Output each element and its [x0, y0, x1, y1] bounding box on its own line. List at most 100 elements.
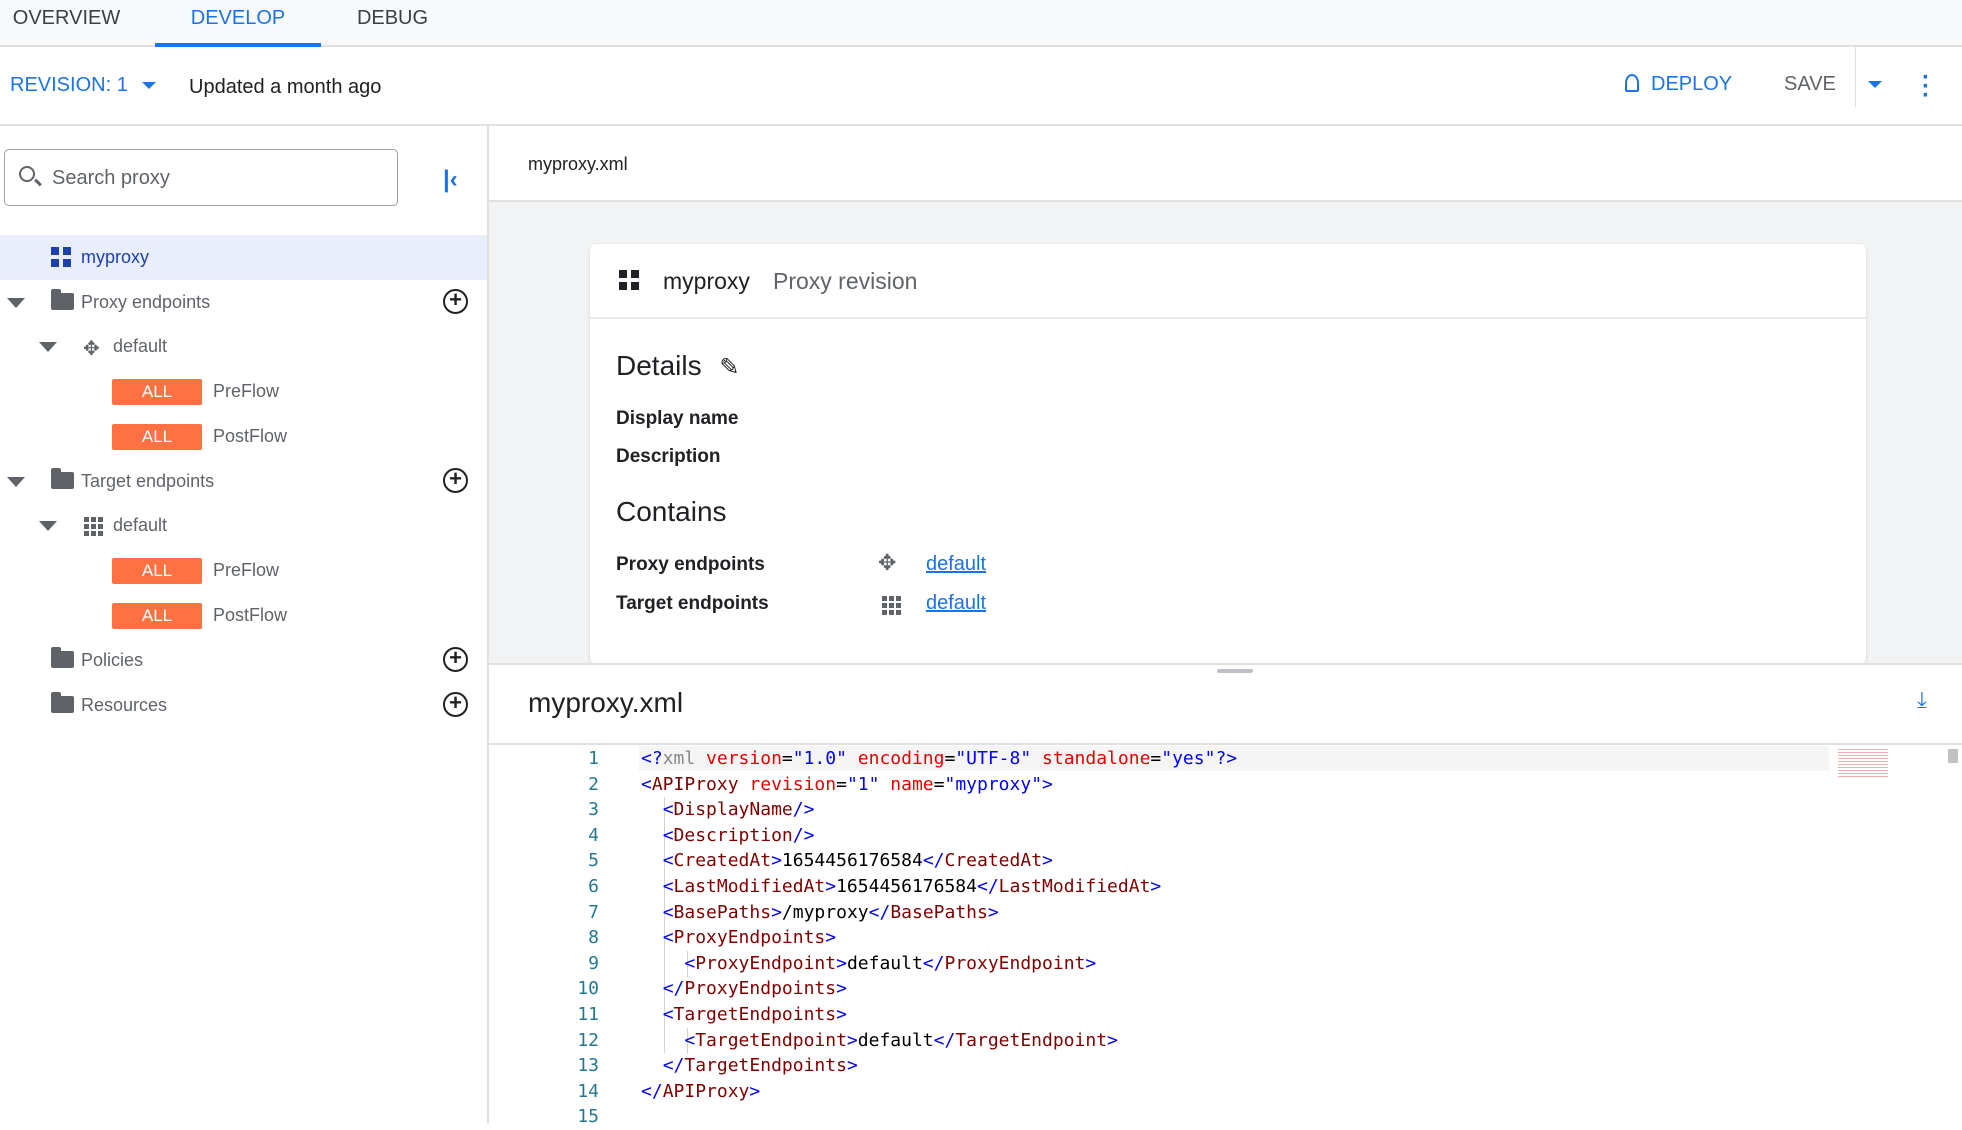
code-token: Description — [673, 824, 793, 846]
target-endpoint-link[interactable]: default — [926, 592, 986, 615]
proxy-summary-card: myproxy Proxy revision Details ✎ Display… — [590, 244, 1866, 664]
save-options-caret-icon[interactable] — [1868, 81, 1882, 88]
tree-label: PostFlow — [213, 605, 288, 625]
deploy-button[interactable]: DEPLOY — [1625, 73, 1732, 96]
proxy-grid-icon — [619, 270, 639, 290]
line-number: 4 — [588, 824, 599, 846]
folder-icon — [51, 468, 74, 489]
code-token: </ — [933, 1029, 956, 1051]
tree-item-policies[interactable]: Policies + — [0, 638, 487, 683]
search-input[interactable]: Search proxy — [4, 149, 398, 206]
code-line: <DisplayName/> — [641, 797, 815, 823]
code-token: TargetEndpoints — [684, 1055, 847, 1077]
file-tab-bar: myproxy.xml — [489, 126, 1962, 202]
tree-item-proxy-postflow[interactable]: ALL PostFlow — [0, 414, 487, 459]
resize-handle[interactable] — [1217, 669, 1253, 673]
add-target-endpoint-icon[interactable]: + — [443, 468, 468, 493]
line-number: 8 — [588, 927, 599, 949]
tree-item-target-postflow[interactable]: ALL PostFlow — [0, 593, 487, 638]
code-area[interactable]: 1 <?xml version="1.0" encoding="UTF-8" st… — [489, 743, 1962, 1127]
line-number: 13 — [577, 1055, 599, 1077]
code-token: = — [944, 748, 956, 769]
code-token: DisplayName — [673, 799, 793, 821]
file-tab[interactable]: myproxy.xml — [528, 154, 628, 175]
expand-arrow-icon[interactable] — [39, 342, 57, 352]
proxy-endpoint-link[interactable]: default — [926, 553, 986, 576]
code-line: <Description/> — [641, 823, 815, 849]
code-token: > — [1150, 876, 1162, 897]
code-token: "yes" — [1161, 748, 1216, 769]
card-header: myproxy Proxy revision — [590, 244, 1866, 319]
tree-item-proxy-default[interactable]: ✥ default — [0, 324, 487, 369]
editor-title: myproxy.xml — [528, 687, 684, 718]
tab-develop[interactable]: DEVELOP — [155, 0, 321, 47]
caret-down-icon — [141, 82, 156, 90]
code-token: ProxyEndpoint — [944, 952, 1086, 974]
code-token: < — [662, 799, 674, 821]
collapse-editor-icon[interactable]: ⤓ — [1917, 687, 1927, 713]
tab-overview[interactable]: OVERVIEW — [0, 0, 133, 47]
tree-item-proxy-preflow[interactable]: ALL PreFlow — [0, 369, 487, 414]
save-button[interactable]: SAVE — [1784, 73, 1836, 96]
code-token: TargetEndpoint — [695, 1029, 847, 1051]
code-token: LastModifiedAt — [998, 876, 1151, 897]
code-token: < — [662, 927, 674, 949]
code-token: > — [749, 1080, 761, 1102]
code-line: </APIProxy> — [641, 1079, 760, 1105]
expand-arrow-icon[interactable] — [39, 521, 57, 531]
tree-item-target-endpoints[interactable]: Target endpoints + — [0, 459, 487, 504]
code-line: <TargetEndpoint>default</TargetEndpoint> — [641, 1028, 1118, 1054]
code-token: ProxyEndpoint — [695, 952, 837, 974]
edit-pencil-icon[interactable]: ✎ — [719, 354, 739, 381]
expand-arrow-icon[interactable] — [7, 477, 25, 487]
person-pin-icon — [1625, 74, 1639, 92]
tree-item-proxy-endpoints[interactable]: Proxy endpoints + — [0, 280, 487, 325]
revision-dropdown[interactable]: REVISION: 1 — [10, 74, 156, 97]
collapse-sidebar-icon[interactable]: |‹ — [443, 166, 458, 194]
tree-label: Proxy endpoints — [81, 292, 211, 312]
tree-label: PreFlow — [213, 560, 280, 580]
tree-item-myproxy[interactable]: myproxy — [0, 235, 487, 280]
code-token: < — [684, 952, 696, 974]
line-number: 5 — [588, 850, 599, 872]
tree-label: Target endpoints — [81, 471, 215, 491]
code-line: <BasePaths>/myproxy</BasePaths> — [641, 900, 999, 926]
search-icon-handle — [34, 178, 42, 187]
code-token: < — [684, 1029, 696, 1051]
code-editor-panel: myproxy.xml ⤓ 1 <?xml version="1.0" encod… — [489, 663, 1962, 1127]
method-badge: ALL — [112, 379, 202, 405]
code-token: default — [846, 952, 923, 974]
code-token: > — [1085, 952, 1097, 974]
code-token: </ — [922, 850, 945, 872]
code-token: > — [825, 927, 837, 949]
code-token: > — [1107, 1029, 1118, 1051]
code-token: > — [836, 1004, 847, 1025]
more-vert-icon[interactable]: · · · — [1922, 66, 1930, 108]
expand-arrow-icon[interactable] — [7, 298, 25, 308]
add-resource-icon[interactable]: + — [443, 692, 468, 717]
tree-label: default — [113, 336, 168, 356]
code-token: CreatedAt — [673, 850, 772, 872]
tree-item-resources[interactable]: Resources + — [0, 683, 487, 728]
code-token: </ — [662, 1055, 685, 1077]
tab-debug[interactable]: DEBUG — [340, 0, 445, 47]
display-name-label: Display name — [616, 408, 739, 429]
code-token: TargetEndpoints — [673, 1004, 837, 1025]
tree-label: Resources — [81, 695, 168, 715]
code-token: "1.0" — [792, 748, 847, 769]
add-proxy-endpoint-icon[interactable]: + — [443, 289, 468, 314]
code-line: <TargetEndpoints> — [641, 1002, 847, 1028]
code-token: = — [1150, 748, 1162, 769]
tree-item-target-default[interactable]: default — [0, 503, 487, 548]
code-token: > — [771, 901, 782, 923]
tree-item-target-preflow[interactable]: ALL PreFlow — [0, 548, 487, 593]
scrollbar[interactable] — [1948, 749, 1958, 763]
minimap[interactable] — [1838, 749, 1888, 779]
details-heading: Details ✎ — [616, 350, 739, 382]
add-policy-icon[interactable]: + — [443, 647, 468, 672]
